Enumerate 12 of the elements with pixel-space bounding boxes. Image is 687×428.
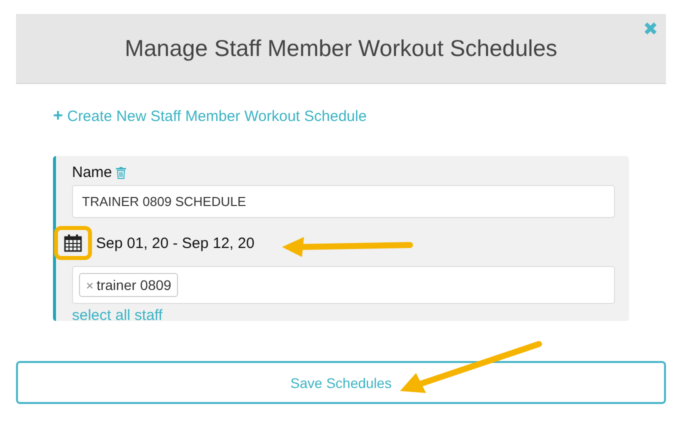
close-button[interactable]: ✖ — [641, 18, 660, 40]
select-all-link[interactable]: select all staff — [72, 307, 163, 324]
name-label: Name — [72, 164, 112, 181]
save-button[interactable]: Save Schedules — [16, 361, 666, 404]
remove-icon[interactable]: × — [86, 278, 94, 292]
calendar-icon[interactable] — [64, 234, 82, 252]
staff-field[interactable]: × trainer 0809 — [72, 266, 615, 304]
create-schedule-link[interactable]: + Create New Staff Member Workout Schedule — [53, 106, 367, 126]
date-range[interactable]: Sep 01, 20 - Sep 12, 20 — [96, 234, 254, 252]
tag-label: trainer 0809 — [96, 277, 172, 293]
name-field[interactable]: TRAINER 0809 SCHEDULE — [72, 185, 615, 218]
dialog-title: Manage Staff Member Workout Schedules — [124, 35, 558, 62]
